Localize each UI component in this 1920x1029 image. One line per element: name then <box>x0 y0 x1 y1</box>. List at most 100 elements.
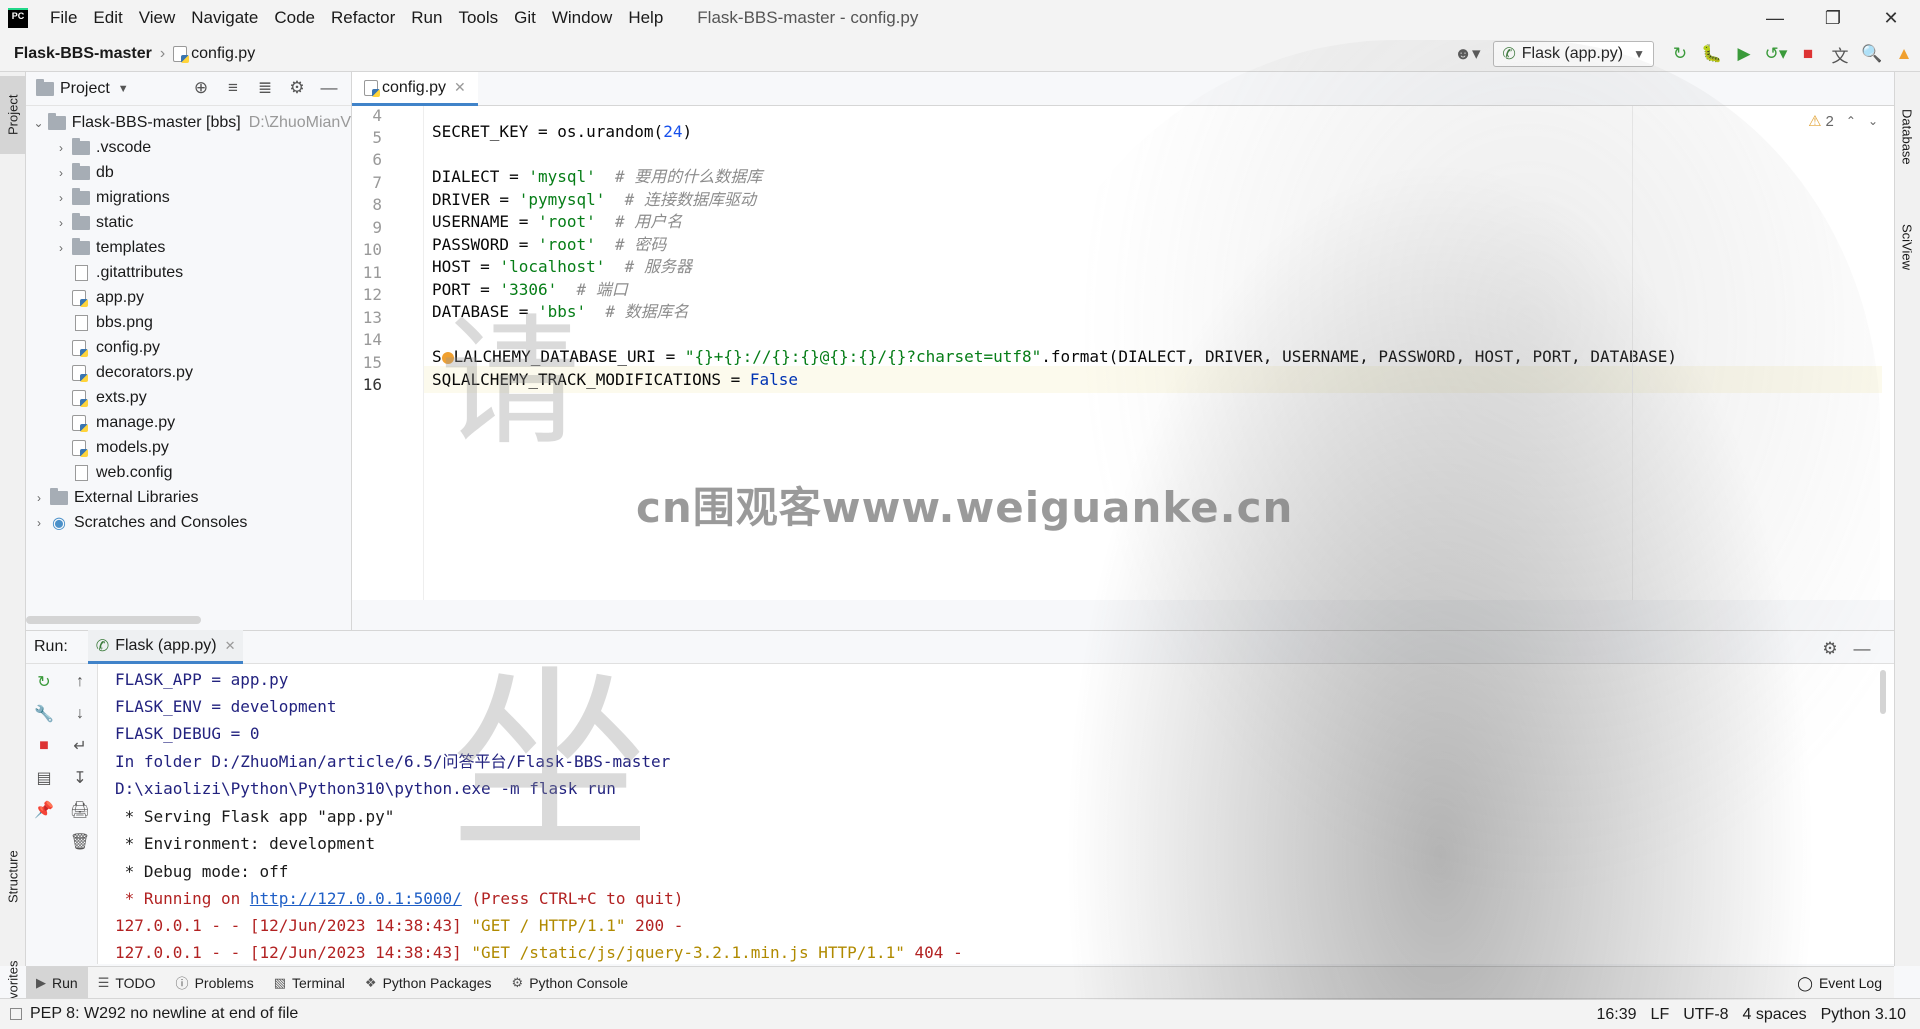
expand-all-icon[interactable]: ≡ <box>219 74 247 102</box>
chevron-right-icon[interactable]: › <box>30 516 48 530</box>
database-tool-window-tab[interactable]: Database <box>1894 82 1920 192</box>
arrow-up-icon[interactable]: ↑ <box>62 668 98 696</box>
chevron-down-icon[interactable]: ▼ <box>118 83 129 95</box>
translate-icon[interactable]: 文 <box>1826 40 1854 68</box>
locate-file-icon[interactable]: ⊕ <box>187 74 215 102</box>
project-tool-window-tab[interactable]: Project <box>0 76 26 154</box>
menu-code[interactable]: Code <box>266 0 323 36</box>
tree-scratches[interactable]: › ◉ Scratches and Consoles <box>26 510 351 535</box>
tree-folder[interactable]: › db <box>26 160 351 185</box>
menu-refactor[interactable]: Refactor <box>323 0 403 36</box>
tool-tab-problems[interactable]: ⓘ Problems <box>166 967 264 999</box>
tree-file[interactable]: .gitattributes <box>26 260 351 285</box>
menu-run[interactable]: Run <box>403 0 450 36</box>
server-url-link[interactable]: http://127.0.0.1:5000/ <box>250 889 462 908</box>
menu-help[interactable]: Help <box>620 0 671 36</box>
menu-navigate[interactable]: Navigate <box>183 0 266 36</box>
chevron-right-icon[interactable]: › <box>52 216 70 230</box>
close-window-icon[interactable]: ✕ <box>1862 0 1920 36</box>
sciview-tool-window-tab[interactable]: SciView <box>1894 202 1920 292</box>
code-area[interactable]: SECRET_KEY = os.urandom(24) DIALECT = 'm… <box>424 106 1920 600</box>
tree-file[interactable]: models.py <box>26 435 351 460</box>
tree-folder[interactable]: › migrations <box>26 185 351 210</box>
file-encoding[interactable]: UTF-8 <box>1683 1006 1728 1024</box>
hide-panel-icon[interactable]: — <box>315 74 343 102</box>
run-console[interactable]: FLASK_APP = app.py FLASK_ENV = developme… <box>98 664 1894 964</box>
line-separator[interactable]: LF <box>1651 1006 1670 1024</box>
chevron-right-icon[interactable]: › <box>52 141 70 155</box>
user-account-icon[interactable]: ☻▾ <box>1453 40 1481 68</box>
stop-icon[interactable]: ■ <box>1794 40 1822 68</box>
update-icon[interactable]: ▲ <box>1890 40 1918 68</box>
tool-tab-run[interactable]: ▶ Run <box>26 966 88 999</box>
soft-wrap-icon[interactable]: ↵ <box>62 732 98 760</box>
intention-bulb-icon[interactable] <box>441 351 454 364</box>
tree-file[interactable]: decorators.py <box>26 360 351 385</box>
chevron-right-icon[interactable]: › <box>30 491 48 505</box>
tree-file[interactable]: exts.py <box>26 385 351 410</box>
chevron-down-icon[interactable]: ⌄ <box>30 116 47 130</box>
code-editor[interactable]: 4 5 6 7 8 9 10 11 12 13 14 15 16 SECRET_… <box>352 106 1920 600</box>
tree-folder[interactable]: › static <box>26 210 351 235</box>
toggle-tool-windows-icon[interactable] <box>10 1008 22 1020</box>
tree-root[interactable]: ⌄ Flask-BBS-master [bbs] D:\ZhuoMianV <box>26 110 351 135</box>
chevron-down-icon[interactable]: ⌄ <box>1868 114 1878 128</box>
menu-git[interactable]: Git <box>506 0 544 36</box>
scroll-to-end-icon[interactable]: ↧ <box>62 764 98 792</box>
menu-tools[interactable]: Tools <box>450 0 506 36</box>
rerun-icon[interactable]: ↻ <box>1666 40 1694 68</box>
trash-icon[interactable]: 🗑 <box>62 828 98 856</box>
event-log-button[interactable]: ◯ Event Log <box>1797 967 1882 999</box>
chevron-right-icon[interactable]: › <box>52 241 70 255</box>
tree-folder[interactable]: › templates <box>26 235 351 260</box>
debug-icon[interactable]: 🐛 <box>1698 40 1726 68</box>
breadcrumb-project[interactable]: Flask-BBS-master <box>14 45 152 63</box>
wrench-icon[interactable]: 🔧 <box>26 700 62 728</box>
menu-file[interactable]: File <box>42 0 85 36</box>
chevron-up-icon[interactable]: ⌃ <box>1846 114 1856 128</box>
inspection-widget[interactable]: ⚠ 2 ⌃ ⌄ <box>1808 112 1878 131</box>
close-icon[interactable]: ✕ <box>454 79 466 96</box>
indent-setting[interactable]: 4 spaces <box>1743 1006 1807 1024</box>
restore-icon[interactable]: ❐ <box>1804 0 1862 36</box>
collapse-all-icon[interactable]: ≣ <box>251 74 279 102</box>
status-message[interactable]: PEP 8: W292 no newline at end of file <box>10 1005 298 1023</box>
tree-external-libraries[interactable]: › External Libraries <box>26 485 351 510</box>
hide-panel-icon[interactable]: — <box>1848 635 1876 663</box>
stop-icon[interactable]: ■ <box>26 732 62 760</box>
minimize-icon[interactable]: — <box>1746 0 1804 36</box>
tool-tab-todo[interactable]: ☰ TODO <box>88 967 166 999</box>
search-icon[interactable]: 🔍 <box>1858 40 1886 68</box>
tree-file[interactable]: bbs.png <box>26 310 351 335</box>
chevron-right-icon[interactable]: › <box>52 166 70 180</box>
horizontal-scrollbar[interactable] <box>26 616 201 624</box>
python-interpreter[interactable]: Python 3.10 <box>1821 1006 1906 1024</box>
close-icon[interactable]: ✕ <box>225 638 236 654</box>
tool-tab-terminal[interactable]: ▧ Terminal <box>264 967 355 999</box>
menu-edit[interactable]: Edit <box>85 0 130 36</box>
tree-folder[interactable]: › .vscode <box>26 135 351 160</box>
editor-tab-config[interactable]: config.py ✕ <box>352 72 478 106</box>
gear-icon[interactable]: ⚙ <box>283 74 311 102</box>
pin-icon[interactable]: 📌 <box>26 796 62 824</box>
project-view-select[interactable]: Project <box>60 80 110 98</box>
gear-icon[interactable]: ⚙ <box>1816 635 1844 663</box>
tree-file[interactable]: app.py <box>26 285 351 310</box>
chevron-right-icon[interactable]: › <box>52 191 70 205</box>
tree-file[interactable]: config.py <box>26 335 351 360</box>
tree-file[interactable]: web.config <box>26 460 351 485</box>
structure-tool-window-tab[interactable]: Structure <box>0 832 26 922</box>
print-icon[interactable]: 🖨 <box>62 796 98 824</box>
tool-tab-python-packages[interactable]: ❖ Python Packages <box>355 967 502 999</box>
profile-icon[interactable]: ↺▾ <box>1762 40 1790 68</box>
layout-icon[interactable]: ▤ <box>26 764 62 792</box>
menu-view[interactable]: View <box>131 0 184 36</box>
run-with-coverage-icon[interactable]: ▶ <box>1730 40 1758 68</box>
rerun-icon[interactable]: ↻ <box>26 668 62 696</box>
tool-tab-python-console[interactable]: ⚙ Python Console <box>502 967 639 999</box>
caret-position[interactable]: 16:39 <box>1597 1006 1637 1024</box>
breadcrumb-file[interactable]: config.py <box>191 45 255 63</box>
run-configuration-select[interactable]: ✆ Flask (app.py) ▼ <box>1493 41 1654 67</box>
menu-window[interactable]: Window <box>544 0 620 36</box>
arrow-down-icon[interactable]: ↓ <box>62 700 98 728</box>
